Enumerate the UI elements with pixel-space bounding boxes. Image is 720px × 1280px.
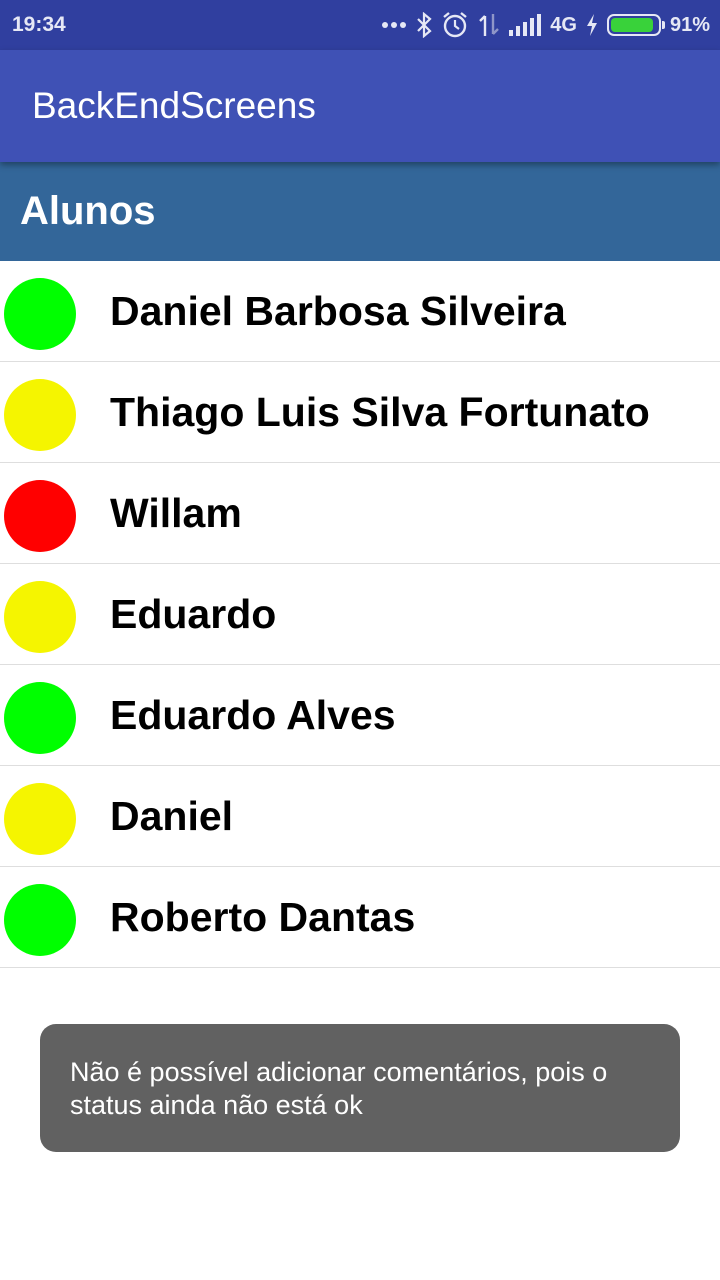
network-type: 4G — [550, 13, 577, 36]
data-transfer-icon — [478, 12, 500, 38]
student-name: Eduardo Alves — [110, 692, 396, 738]
more-dots-icon — [381, 21, 407, 29]
status-indicator — [4, 379, 76, 451]
student-name: Daniel Barbosa Silveira — [110, 288, 566, 334]
toast-message: Não é possível adicionar comentários, po… — [40, 1024, 680, 1152]
status-indicator — [4, 480, 76, 552]
app-title: BackEndScreens — [32, 85, 316, 126]
student-name: Roberto Dantas — [110, 894, 416, 940]
battery-percent: 91% — [669, 13, 710, 36]
charging-bolt-icon — [586, 14, 598, 36]
signal-icon — [509, 14, 542, 36]
student-name: Thiago Luis Silva Fortunato — [110, 389, 650, 435]
student-name: Willam — [110, 490, 242, 536]
battery-icon — [606, 14, 665, 36]
list-item[interactable]: Daniel Barbosa Silveira — [0, 261, 720, 362]
section-title: Alunos — [20, 189, 156, 233]
list-item[interactable]: Eduardo Alves — [0, 665, 720, 766]
bluetooth-icon — [416, 12, 432, 38]
student-name: Eduardo — [110, 591, 277, 637]
status-indicator — [4, 884, 76, 956]
battery-level — [610, 18, 653, 32]
section-header: Alunos — [0, 162, 720, 261]
status-indicator — [4, 581, 76, 653]
status-indicator — [4, 278, 76, 350]
status-time: 19:34 — [12, 13, 66, 36]
status-indicator — [4, 783, 76, 855]
status-bar: 19:34 4G 91% — [0, 0, 720, 50]
status-icons: 4G 91% — [381, 11, 710, 39]
app-bar: BackEndScreens — [0, 50, 720, 162]
alarm-icon — [441, 11, 469, 39]
list-item[interactable]: Willam — [0, 463, 720, 564]
student-name: Daniel — [110, 793, 234, 839]
list-item[interactable]: Thiago Luis Silva Fortunato — [0, 362, 720, 463]
student-list: Daniel Barbosa Silveira Thiago Luis Silv… — [0, 261, 720, 968]
status-indicator — [4, 682, 76, 754]
list-item[interactable]: Daniel — [0, 766, 720, 867]
list-item[interactable]: Eduardo — [0, 564, 720, 665]
toast-text: Não é possível adicionar comentários, po… — [70, 1057, 608, 1120]
list-item[interactable]: Roberto Dantas — [0, 867, 720, 968]
